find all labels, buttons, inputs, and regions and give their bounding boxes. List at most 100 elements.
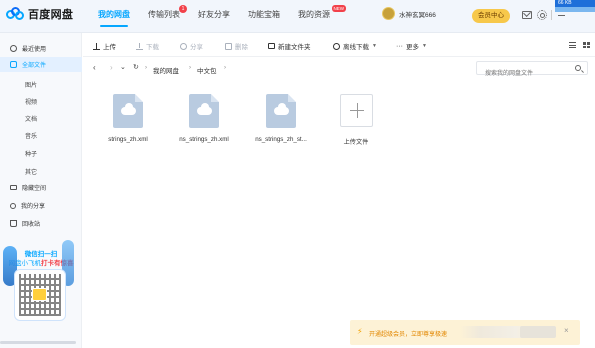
trash-icon bbox=[225, 42, 232, 50]
new-folder-label: 新建文件夹 bbox=[278, 44, 311, 51]
more-label: 更多 bbox=[406, 44, 419, 51]
folder-icon bbox=[10, 61, 17, 68]
search-icon[interactable] bbox=[575, 65, 581, 71]
upload-file-tile[interactable] bbox=[340, 94, 373, 127]
sidebar-subitem-torrents[interactable]: 种子 bbox=[25, 149, 37, 158]
download-button[interactable]: 下载 bbox=[136, 41, 159, 51]
close-icon[interactable]: × bbox=[564, 326, 569, 335]
more-dots-icon: ··· bbox=[396, 42, 403, 50]
username: 水神玄冥666 bbox=[399, 11, 436, 19]
grid-view-icon[interactable] bbox=[583, 42, 590, 48]
path-bar: ‹ › ⌄ ↻ › 我的网盘 › 中文包 › bbox=[83, 57, 595, 80]
baidu-netdisk-window: 百度网盘 我的网盘 传输列表 1 好友分享 功能宝箱 我的资源 NEW 水神玄冥66… bbox=[0, 0, 595, 348]
speed-indicator: 66 KB bbox=[555, 0, 595, 7]
file-item[interactable]: strings_zh.xml bbox=[90, 92, 162, 152]
download-icon bbox=[136, 42, 143, 50]
top-bar: 百度网盘 我的网盘 传输列表 1 好友分享 功能宝箱 我的资源 NEW 水神玄冥66… bbox=[0, 0, 595, 33]
new-badge: NEW bbox=[331, 5, 346, 12]
file-name: ns_strings_zh_st... bbox=[255, 136, 307, 143]
main-nav: 我的网盘 传输列表 1 好友分享 功能宝箱 我的资源 NEW bbox=[92, 0, 346, 33]
tab-my-resources[interactable]: 我的资源 NEW bbox=[292, 0, 346, 33]
offline-download-button[interactable]: 离线下载 ▼ bbox=[333, 41, 377, 51]
search-input[interactable] bbox=[477, 68, 569, 80]
upload-icon bbox=[93, 42, 100, 50]
sidebar-subitem-images[interactable]: 图片 bbox=[25, 80, 37, 89]
upload-file-label: 上传文件 bbox=[343, 139, 369, 146]
delete-label: 删除 bbox=[235, 44, 248, 51]
tab-label: 我的网盘 bbox=[98, 10, 130, 19]
sidebar-subitem-videos[interactable]: 视频 bbox=[25, 97, 37, 106]
search-box[interactable] bbox=[476, 61, 588, 80]
tab-transfer-list[interactable]: 传输列表 1 bbox=[142, 0, 187, 33]
app-name: 百度网盘 bbox=[28, 9, 74, 21]
transfer-count-badge: 1 bbox=[179, 5, 187, 13]
breadcrumb-current[interactable]: 中文包 bbox=[197, 65, 217, 75]
header-divider bbox=[551, 10, 552, 20]
file-name: strings_zh.xml bbox=[108, 136, 148, 143]
breadcrumb-separator: › bbox=[145, 65, 147, 71]
notice-text: 开通超级会员，立即尊享极速 bbox=[369, 332, 448, 338]
trash-icon bbox=[10, 220, 17, 227]
speed-indicator-bar bbox=[555, 7, 595, 12]
sidebar-item-my-shares[interactable]: 我的分享 bbox=[0, 198, 82, 213]
sidebar-subitem-documents[interactable]: 文档 bbox=[25, 114, 37, 123]
file-item[interactable]: ns_strings_zh_st... bbox=[243, 92, 315, 152]
file-toolbar: 上传 下载 分享 删除 新建文件夹 离线下载 ▼ ··· 更多 ▼ bbox=[83, 33, 595, 57]
lock-icon bbox=[10, 185, 17, 190]
cloud-download-icon bbox=[333, 42, 340, 50]
sidebar-item-label: 我的分享 bbox=[21, 204, 46, 210]
breadcrumb-root[interactable]: 我的网盘 bbox=[153, 65, 179, 75]
tab-toolbox[interactable]: 功能宝箱 bbox=[242, 0, 286, 33]
cloud-file-icon bbox=[113, 94, 143, 128]
sidebar-item-label: 全部文件 bbox=[22, 63, 47, 69]
new-folder-button[interactable]: 新建文件夹 bbox=[268, 41, 311, 51]
breadcrumb-separator: › bbox=[224, 65, 226, 71]
sidebar-subitem-other[interactable]: 其它 bbox=[25, 167, 37, 176]
download-label: 下载 bbox=[146, 44, 159, 51]
sidebar-subitem-music[interactable]: 音乐 bbox=[25, 131, 37, 140]
gear-icon[interactable] bbox=[537, 10, 547, 20]
mail-icon[interactable] bbox=[522, 11, 532, 19]
logo-icon bbox=[6, 7, 24, 21]
file-item[interactable]: ns_strings_zh.xml bbox=[166, 92, 238, 152]
upload-button[interactable]: 上传 bbox=[93, 41, 116, 51]
share-label: 分享 bbox=[190, 44, 203, 51]
folder-plus-icon bbox=[268, 43, 275, 49]
cloud-file-icon bbox=[266, 94, 296, 128]
tab-friend-share[interactable]: 好友分享 bbox=[192, 0, 236, 33]
lightning-icon: ⚡ bbox=[357, 327, 363, 336]
sidebar-item-recycle-bin[interactable]: 回收站 bbox=[0, 216, 82, 231]
minimize-icon[interactable] bbox=[558, 15, 565, 16]
sidebar-item-hidden-space[interactable]: 隐藏空间 bbox=[0, 180, 82, 195]
forward-arrow-icon[interactable]: › bbox=[110, 64, 113, 72]
sidebar-scrollbar[interactable] bbox=[0, 341, 76, 344]
tab-label: 好友分享 bbox=[198, 10, 230, 19]
file-name: ns_strings_zh.xml bbox=[179, 136, 229, 143]
sidebar-item-all-files[interactable]: 全部文件 bbox=[0, 57, 82, 72]
vip-center-button[interactable]: 会员中心 bbox=[472, 9, 510, 23]
sidebar-item-label: 最近使用 bbox=[22, 47, 47, 53]
back-arrow-icon[interactable]: ‹ bbox=[93, 64, 96, 72]
dropdown-arrow-icon[interactable]: ⌄ bbox=[120, 64, 126, 72]
tab-label: 功能宝箱 bbox=[248, 10, 280, 19]
refresh-icon[interactable]: ↻ bbox=[133, 64, 139, 72]
vip-notice-bar: ⚡ 开通超级会员，立即尊享极速 × bbox=[350, 320, 580, 345]
breadcrumb-separator: › bbox=[189, 65, 191, 71]
upload-label: 上传 bbox=[103, 44, 116, 51]
offline-download-label: 离线下载 bbox=[343, 44, 369, 51]
delete-button[interactable]: 删除 bbox=[225, 41, 248, 51]
tab-my-netdisk[interactable]: 我的网盘 bbox=[92, 0, 136, 33]
sidebar-item-recent[interactable]: 最近使用 bbox=[0, 41, 82, 56]
share-button[interactable]: 分享 bbox=[180, 41, 203, 51]
user-profile[interactable]: 水神玄冥666 bbox=[382, 7, 436, 20]
sort-icon[interactable] bbox=[569, 42, 576, 48]
clock-icon bbox=[10, 45, 17, 52]
notice-action-button[interactable] bbox=[520, 326, 556, 338]
app-logo: 百度网盘 bbox=[6, 6, 73, 22]
avatar[interactable] bbox=[382, 7, 395, 20]
sidebar-item-label: 隐藏空间 bbox=[22, 186, 47, 192]
more-button[interactable]: ··· 更多 ▼ bbox=[396, 41, 427, 52]
paper-plane-logo bbox=[32, 288, 47, 301]
share-icon bbox=[180, 42, 187, 50]
chevron-down-icon: ▼ bbox=[372, 43, 377, 49]
